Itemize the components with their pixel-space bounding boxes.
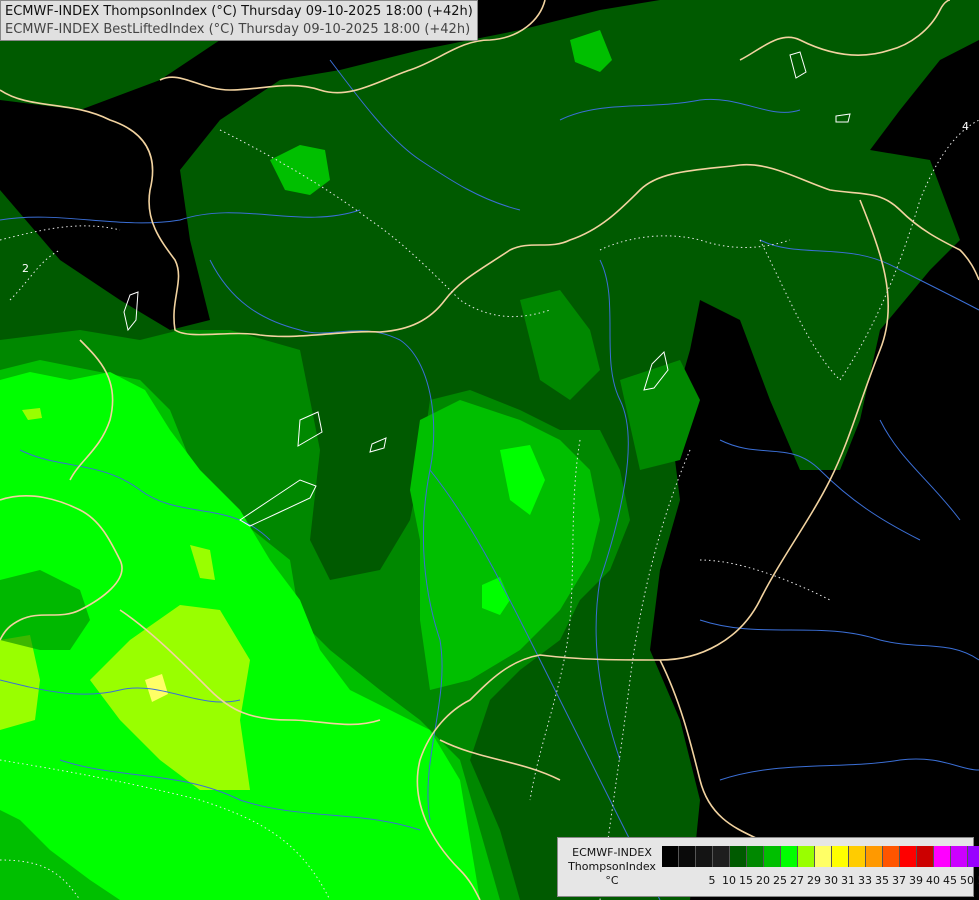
legend-tick-label: 29 — [807, 874, 821, 887]
legend-tick-label: 50 — [960, 874, 974, 887]
legend-tick-label: 15 — [739, 874, 753, 887]
legend-swatch — [747, 846, 764, 867]
legend-swatch — [679, 846, 696, 867]
legend-swatch — [934, 846, 951, 867]
legend-swatch — [815, 846, 832, 867]
legend-tick-label: 25 — [773, 874, 787, 887]
legend-tick-label: 30 — [824, 874, 838, 887]
weather-map: 2 4 — [0, 0, 979, 900]
legend-tick-label: 5 — [708, 874, 716, 887]
map-header: ECMWF-INDEX ThompsonIndex (°C) Thursday … — [0, 0, 478, 41]
legend-swatch — [951, 846, 968, 867]
legend-title-line3: °C — [605, 874, 619, 887]
legend-tick-label: 31 — [841, 874, 855, 887]
legend-title-line1: ECMWF-INDEX — [572, 846, 652, 859]
legend-swatch — [764, 846, 781, 867]
contour-label-4: 4 — [962, 120, 969, 133]
color-legend: ECMWF-INDEX ThompsonIndex °C 5 10 15 20 25 27… — [557, 837, 979, 897]
legend-tick-label: 39 — [909, 874, 923, 887]
legend-swatch — [832, 846, 849, 867]
legend-title: ECMWF-INDEX ThompsonIndex °C — [562, 846, 662, 888]
legend-tick-label: 40 — [926, 874, 940, 887]
legend-tick-label: 10 — [722, 874, 736, 887]
legend-swatch — [883, 846, 900, 867]
legend-swatch — [900, 846, 917, 867]
legend-swatch — [713, 846, 730, 867]
legend-swatch — [696, 846, 713, 867]
legend-swatch — [849, 846, 866, 867]
legend-swatch — [866, 846, 883, 867]
legend-tick-label: 20 — [756, 874, 770, 887]
contour-label-2: 2 — [22, 262, 29, 275]
legend-swatch — [968, 846, 979, 867]
legend-tick-label: 35 — [875, 874, 889, 887]
legend-swatch — [662, 846, 679, 867]
legend-tick-label: 27 — [790, 874, 804, 887]
legend-swatch — [781, 846, 798, 867]
legend-swatch — [917, 846, 934, 867]
legend-tick-label: 33 — [858, 874, 872, 887]
legend-color-bar — [662, 846, 979, 867]
legend-tick-label: 45 — [943, 874, 957, 887]
legend-swatch — [730, 846, 747, 867]
header-line-thompson: ECMWF-INDEX ThompsonIndex (°C) Thursday … — [5, 4, 473, 19]
header-line-best-lifted: ECMWF-INDEX BestLiftedIndex (°C) Thursda… — [5, 22, 471, 37]
legend-title-line2: ThompsonIndex — [568, 860, 656, 873]
legend-swatch — [798, 846, 815, 867]
legend-tick-label: 37 — [892, 874, 906, 887]
